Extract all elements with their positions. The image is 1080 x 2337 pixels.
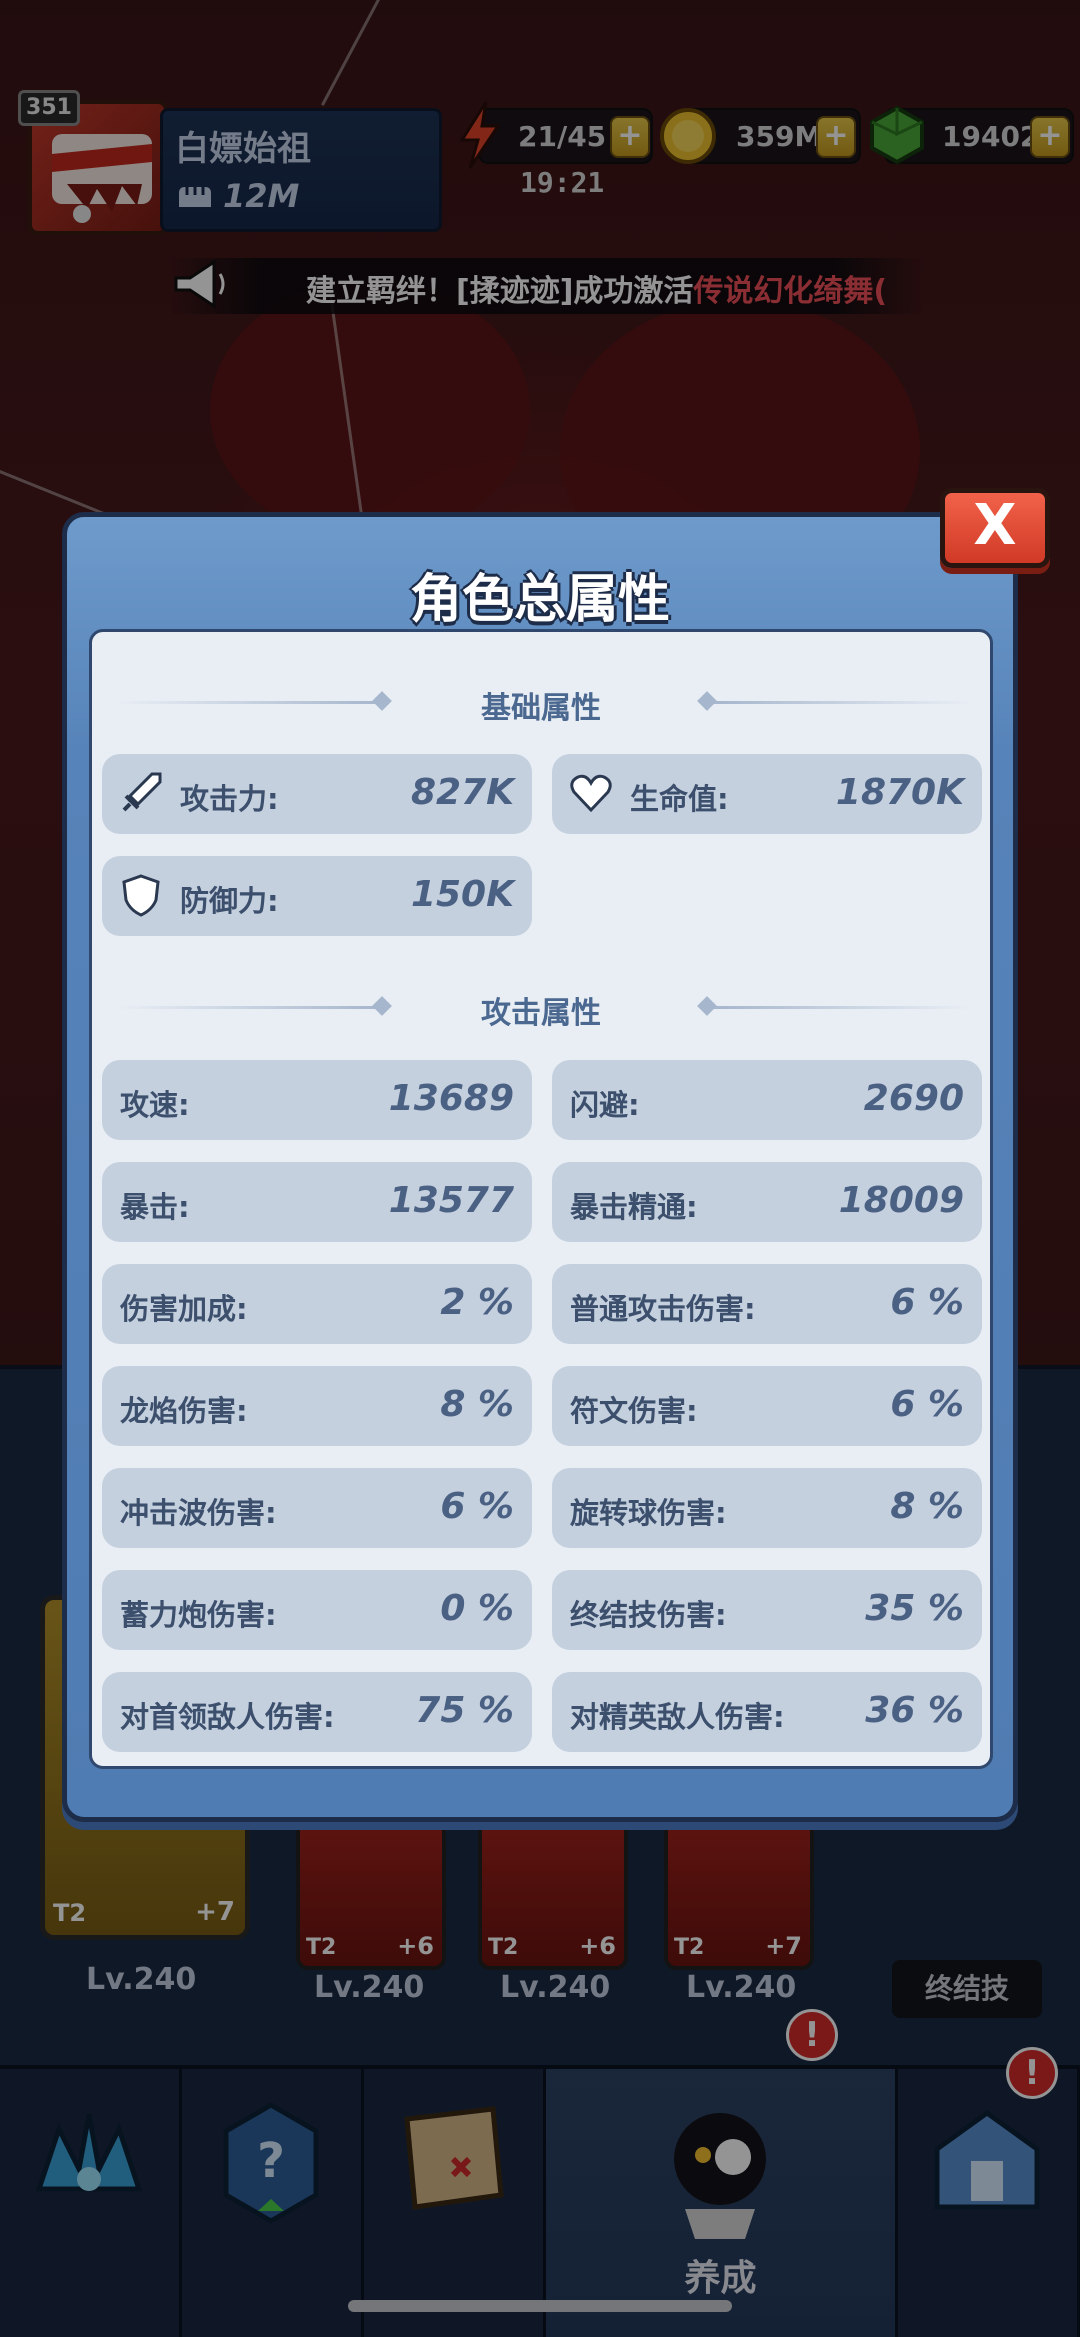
stat-elite-damage: 对精英敌人伤害: 36 % [552, 1672, 982, 1752]
stat-label: 冲击波伤害: [120, 1496, 277, 1530]
stat-label: 普通攻击伤害: [570, 1292, 756, 1326]
stat-normal-attack-damage: 普通攻击伤害: 6 % [552, 1264, 982, 1344]
section-title: 攻击属性 [481, 996, 601, 1031]
stat-value: 1870K [835, 772, 964, 813]
stat-value: 150K [410, 874, 514, 915]
stat-label: 生命值: [630, 782, 729, 816]
dialog-title: 角色总属性 [409, 570, 670, 630]
stat-label: 防御力: [180, 884, 279, 918]
stat-label: 伤害加成: [120, 1292, 248, 1326]
stat-value: 0 % [440, 1588, 514, 1629]
stat-value: 75 % [415, 1690, 514, 1731]
stat-label: 终结技伤害: [570, 1598, 727, 1632]
stat-label: 攻击力: [180, 782, 279, 816]
stat-label: 暴击: [120, 1190, 190, 1224]
section-title: 基础属性 [481, 691, 601, 726]
stat-label: 旋转球伤害: [570, 1496, 727, 1530]
stat-label: 暴击精通: [570, 1190, 698, 1224]
stat-dragon-flame-damage: 龙焰伤害: 8 % [102, 1366, 532, 1446]
attributes-list[interactable]: 基础属性 攻击力: 827K 生命值: 1870K 防御力: 150K 攻击属性… [89, 629, 993, 1769]
shield-icon [122, 874, 160, 917]
stat-health: 生命值: 1870K [552, 754, 982, 834]
stat-label: 蓄力炮伤害: [120, 1598, 277, 1632]
section-header-attack: 攻击属性 [92, 982, 990, 1032]
stat-label: 符文伤害: [570, 1394, 698, 1428]
stat-value: 827K [410, 772, 514, 813]
stat-attack-speed: 攻速: 13689 [102, 1060, 532, 1140]
stat-spin-ball-damage: 旋转球伤害: 8 % [552, 1468, 982, 1548]
stat-value: 18009 [838, 1180, 964, 1221]
stat-shockwave-damage: 冲击波伤害: 6 % [102, 1468, 532, 1548]
stat-value: 35 % [865, 1588, 964, 1629]
stat-value: 36 % [865, 1690, 964, 1731]
stat-label: 对精英敌人伤害: [570, 1700, 785, 1734]
stat-crit-mastery: 暴击精通: 18009 [552, 1162, 982, 1242]
stat-label: 对首领敌人伤害: [120, 1700, 335, 1734]
stat-value: 13577 [388, 1180, 514, 1221]
stat-dodge: 闪避: 2690 [552, 1060, 982, 1140]
divider-line [712, 1006, 972, 1009]
attributes-dialog: 角色总属性 基础属性 攻击力: 827K 生命值: 1870K 防御力: 150… [62, 512, 1018, 1822]
stat-value: 2690 [863, 1078, 964, 1119]
stat-label: 龙焰伤害: [120, 1394, 248, 1428]
stat-defense: 防御力: 150K [102, 856, 532, 936]
stat-finisher-damage: 终结技伤害: 35 % [552, 1570, 982, 1650]
stat-value: 6 % [440, 1486, 514, 1527]
stat-crit: 暴击: 13577 [102, 1162, 532, 1242]
stat-value: 13689 [388, 1078, 514, 1119]
stat-attack: 攻击力: 827K [102, 754, 532, 834]
stat-label: 闪避: [570, 1088, 640, 1122]
stat-rune-damage: 符文伤害: 6 % [552, 1366, 982, 1446]
stat-charge-cannon-damage: 蓄力炮伤害: 0 % [102, 1570, 532, 1650]
sword-icon [122, 772, 162, 812]
close-dialog-button[interactable]: X [940, 488, 1050, 568]
stat-value: 6 % [890, 1282, 964, 1323]
stat-value: 8 % [890, 1486, 964, 1527]
divider-line [712, 701, 972, 704]
section-header-base: 基础属性 [92, 677, 990, 727]
stat-damage-bonus: 伤害加成: 2 % [102, 1264, 532, 1344]
stat-value: 2 % [440, 1282, 514, 1323]
stat-boss-damage: 对首领敌人伤害: 75 % [102, 1672, 532, 1752]
heart-icon [570, 774, 612, 813]
stat-value: 8 % [440, 1384, 514, 1425]
stat-label: 攻速: [120, 1088, 190, 1122]
stat-value: 6 % [890, 1384, 964, 1425]
